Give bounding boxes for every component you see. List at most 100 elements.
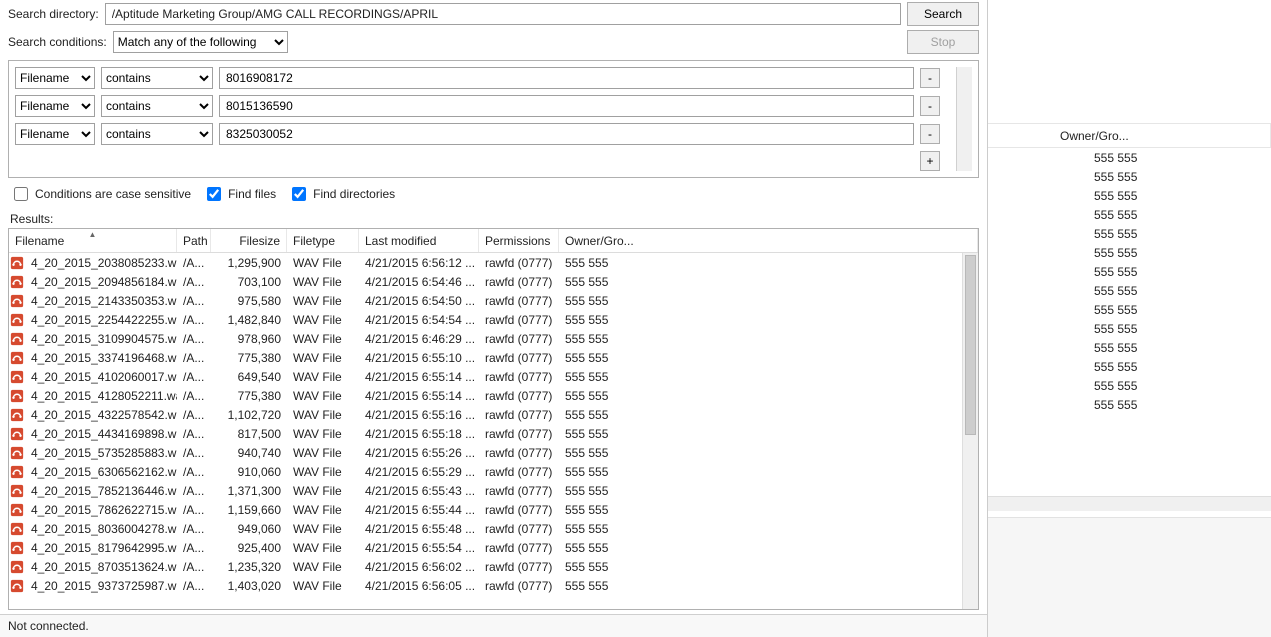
cell-path: /A... <box>177 426 211 442</box>
column-last-modified[interactable]: Last modified <box>359 229 479 252</box>
results-scrollbar[interactable] <box>962 253 978 609</box>
table-row[interactable]: 4_20_2015_2038085233.wav/A...1,295,900WA… <box>9 253 962 272</box>
right-row[interactable]: 555 555 <box>988 186 1271 205</box>
condition-value-input[interactable] <box>219 95 914 117</box>
column-permissions[interactable]: Permissions <box>479 229 559 252</box>
cell-owner: 555 555 <box>559 293 631 309</box>
table-row[interactable]: 4_20_2015_4434169898.wav/A...817,500WAV … <box>9 424 962 443</box>
results-body: 4_20_2015_2038085233.wav/A...1,295,900WA… <box>9 253 978 609</box>
table-row[interactable]: 4_20_2015_9373725987.wav/A...1,403,020WA… <box>9 576 962 595</box>
search-button[interactable]: Search <box>907 2 979 26</box>
conditions-panel: Filename contains - Filename contains - Filena… <box>8 60 979 178</box>
table-row[interactable]: 4_20_2015_2143350353.wav/A...975,580WAV … <box>9 291 962 310</box>
cell-last-modified: 4/21/2015 6:55:48 ... <box>359 521 479 537</box>
table-row[interactable]: 4_20_2015_3374196468.wav/A...775,380WAV … <box>9 348 962 367</box>
right-row[interactable]: 555 555 <box>988 338 1271 357</box>
table-row[interactable]: 4_20_2015_7862622715.wav/A...1,159,660WA… <box>9 500 962 519</box>
table-row[interactable]: 4_20_2015_4102060017.wav/A...649,540WAV … <box>9 367 962 386</box>
column-path[interactable]: Path <box>177 229 211 252</box>
right-row[interactable]: 555 555 <box>988 243 1271 262</box>
find-directories-checkbox[interactable]: Find directories <box>288 184 395 204</box>
table-row[interactable]: 4_20_2015_5735285883.wav/A...940,740WAV … <box>9 443 962 462</box>
cell-filesize: 910,060 <box>211 464 287 480</box>
cell-last-modified: 4/21/2015 6:56:05 ... <box>359 578 479 594</box>
condition-value-input[interactable] <box>219 123 914 145</box>
audio-file-icon <box>10 370 24 384</box>
results-panel: Filename▲ Path Filesize Filetype Last mo… <box>8 228 979 610</box>
right-row[interactable]: 555 555 <box>988 148 1271 167</box>
condition-op-select[interactable]: contains <box>101 95 213 117</box>
remove-condition-button[interactable]: - <box>920 68 940 88</box>
search-conditions-select[interactable]: Match any of the following <box>113 31 288 53</box>
cell-filename: 4_20_2015_6306562162.wav <box>25 464 177 480</box>
cell-filetype: WAV File <box>287 407 359 423</box>
table-row[interactable]: 4_20_2015_8703513624.wav/A...1,235,320WA… <box>9 557 962 576</box>
column-owner[interactable]: Owner/Gro... <box>559 229 978 252</box>
find-files-checkbox[interactable]: Find files <box>203 184 276 204</box>
cell-filetype: WAV File <box>287 369 359 385</box>
cell-path: /A... <box>177 274 211 290</box>
right-row[interactable]: 555 555 <box>988 281 1271 300</box>
condition-field-select[interactable]: Filename <box>15 95 95 117</box>
table-row[interactable]: 4_20_2015_2254422255.wav/A...1,482,840WA… <box>9 310 962 329</box>
cell-filename: 4_20_2015_4102060017.wav <box>25 369 177 385</box>
search-conditions-label: Search conditions: <box>8 35 107 49</box>
cell-filesize: 1,482,840 <box>211 312 287 328</box>
cell-last-modified: 4/21/2015 6:54:50 ... <box>359 293 479 309</box>
cell-path: /A... <box>177 521 211 537</box>
right-cell-owner: 555 555 <box>1088 302 1143 318</box>
condition-field-select[interactable]: Filename <box>15 67 95 89</box>
right-row[interactable]: 555 555 <box>988 319 1271 338</box>
cell-filesize: 775,380 <box>211 388 287 404</box>
right-column-owner[interactable]: Owner/Gro... <box>988 124 1271 147</box>
cell-filetype: WAV File <box>287 331 359 347</box>
cell-path: /A... <box>177 502 211 518</box>
cell-permissions: rawfd (0777) <box>479 540 559 556</box>
right-row[interactable]: 555 555 <box>988 300 1271 319</box>
right-row[interactable]: 555 555 <box>988 357 1271 376</box>
table-row[interactable]: 4_20_2015_4128052211.wav/A...775,380WAV … <box>9 386 962 405</box>
right-row[interactable]: 555 555 <box>988 205 1271 224</box>
right-row[interactable]: 555 555 <box>988 395 1271 414</box>
column-filesize[interactable]: Filesize <box>211 229 287 252</box>
right-row[interactable]: 555 555 <box>988 167 1271 186</box>
case-sensitive-checkbox[interactable]: Conditions are case sensitive <box>10 184 191 204</box>
cell-filesize: 940,740 <box>211 445 287 461</box>
search-directory-input[interactable] <box>105 3 901 25</box>
table-row[interactable]: 4_20_2015_6306562162.wav/A...910,060WAV … <box>9 462 962 481</box>
remove-condition-button[interactable]: - <box>920 96 940 116</box>
table-row[interactable]: 4_20_2015_4322578542.wav/A...1,102,720WA… <box>9 405 962 424</box>
cell-last-modified: 4/21/2015 6:56:02 ... <box>359 559 479 575</box>
cell-path: /A... <box>177 312 211 328</box>
search-conditions-row: Search conditions: Match any of the foll… <box>0 28 987 56</box>
cell-owner: 555 555 <box>559 350 631 366</box>
cell-permissions: rawfd (0777) <box>479 350 559 366</box>
table-row[interactable]: 4_20_2015_2094856184.wav/A...703,100WAV … <box>9 272 962 291</box>
right-cell-owner: 555 555 <box>1088 397 1143 413</box>
condition-op-select[interactable]: contains <box>101 67 213 89</box>
cell-filename: 4_20_2015_4128052211.wav <box>25 388 177 404</box>
table-row[interactable]: 4_20_2015_8036004278.wav/A...949,060WAV … <box>9 519 962 538</box>
table-row[interactable]: 4_20_2015_7852136446.wav/A...1,371,300WA… <box>9 481 962 500</box>
cell-filesize: 1,295,900 <box>211 255 287 271</box>
condition-op-select[interactable]: contains <box>101 123 213 145</box>
table-row[interactable]: 4_20_2015_3109904575.wav/A...978,960WAV … <box>9 329 962 348</box>
stop-button[interactable]: Stop <box>907 30 979 54</box>
cell-filetype: WAV File <box>287 388 359 404</box>
conditions-scrollbar[interactable] <box>956 67 972 171</box>
column-filename[interactable]: Filename▲ <box>9 229 177 252</box>
right-row[interactable]: 555 555 <box>988 224 1271 243</box>
cell-filetype: WAV File <box>287 483 359 499</box>
condition-value-input[interactable] <box>219 67 914 89</box>
cell-owner: 555 555 <box>559 388 631 404</box>
table-row[interactable]: 4_20_2015_8179642995.wav/A...925,400WAV … <box>9 538 962 557</box>
right-h-scrollbar[interactable] <box>988 496 1271 511</box>
column-filetype[interactable]: Filetype <box>287 229 359 252</box>
add-condition-button[interactable]: + <box>920 151 940 171</box>
condition-field-select[interactable]: Filename <box>15 123 95 145</box>
remove-condition-button[interactable]: - <box>920 124 940 144</box>
right-row[interactable]: 555 555 <box>988 262 1271 281</box>
right-row[interactable]: 555 555 <box>988 376 1271 395</box>
cell-filename: 4_20_2015_4322578542.wav <box>25 407 177 423</box>
cell-last-modified: 4/21/2015 6:54:46 ... <box>359 274 479 290</box>
